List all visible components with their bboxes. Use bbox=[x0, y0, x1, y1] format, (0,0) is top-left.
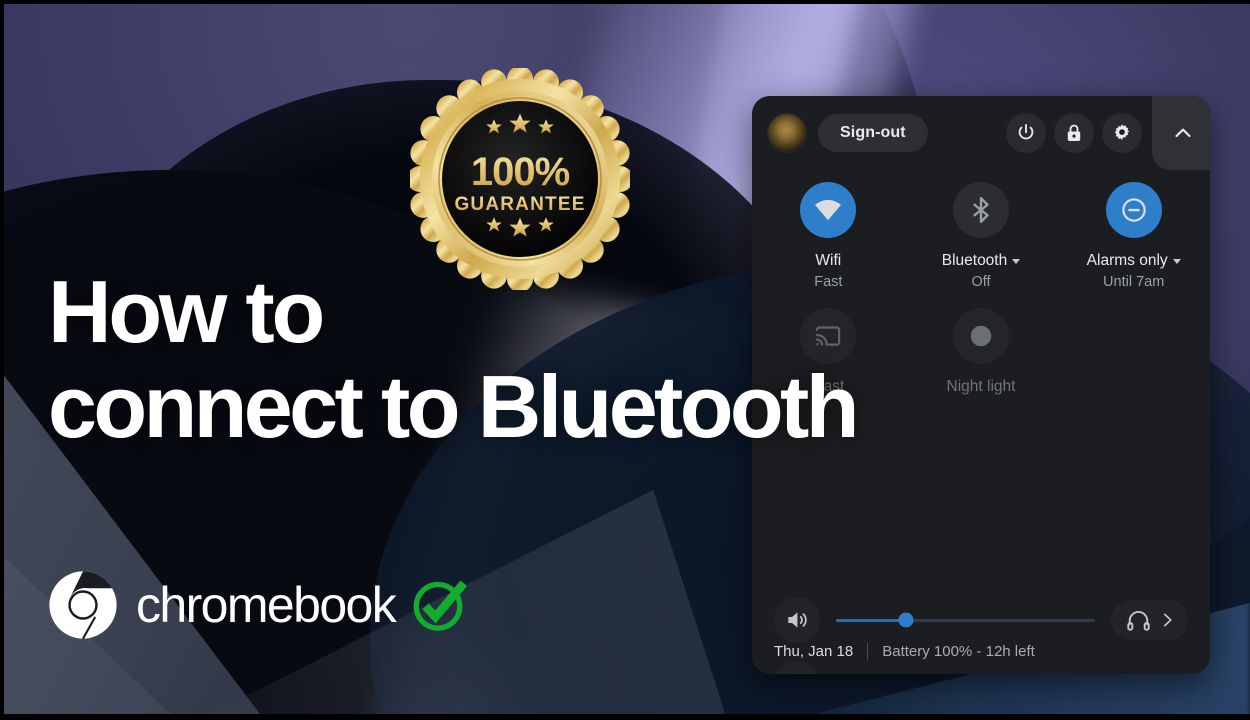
page-title: How to connect to Bluetooth bbox=[48, 262, 860, 457]
bluetooth-toggle-circle[interactable] bbox=[952, 182, 1009, 238]
bluetooth-icon bbox=[973, 197, 989, 223]
bluetooth-status: Off bbox=[971, 273, 991, 290]
tray-header: Sign-out bbox=[752, 96, 1210, 170]
guarantee-badge-graphic: 100% GUARANTEE bbox=[410, 68, 630, 290]
night-light-label: Night light bbox=[946, 377, 1016, 395]
audio-output-button[interactable] bbox=[1111, 600, 1188, 640]
guarantee-badge: 100% GUARANTEE bbox=[410, 68, 630, 290]
tray-footer: Thu, Jan 18 Battery 100% - 12h left bbox=[774, 643, 1188, 660]
letterbox-bottom bbox=[0, 714, 1250, 720]
lock-icon bbox=[1067, 124, 1081, 141]
chrome-logo-icon bbox=[49, 571, 117, 640]
date-label: Thu, Jan 18 bbox=[774, 643, 854, 660]
quick-setting-empty-slot bbox=[1057, 308, 1210, 400]
quick-setting-night-light[interactable]: Night light bbox=[905, 307, 1058, 400]
wifi-icon bbox=[815, 199, 842, 221]
settings-button[interactable] bbox=[1102, 113, 1142, 153]
tray-header-icons bbox=[1006, 113, 1142, 153]
do-not-disturb-icon bbox=[1121, 198, 1146, 222]
user-avatar[interactable] bbox=[768, 114, 806, 152]
gear-icon bbox=[1114, 124, 1130, 140]
chevron-down-icon[interactable] bbox=[1012, 258, 1021, 264]
night-light-moon-icon bbox=[970, 325, 992, 346]
footer-divider bbox=[867, 643, 869, 660]
brightness-button[interactable] bbox=[774, 661, 820, 674]
volume-up-icon bbox=[788, 612, 807, 628]
page-title-line-1: How to bbox=[48, 262, 325, 361]
quick-setting-bluetooth[interactable]: Bluetooth Off bbox=[905, 182, 1058, 290]
night-light-toggle-circle[interactable] bbox=[952, 307, 1009, 364]
night-light-label-row: Night light bbox=[947, 378, 1016, 397]
wifi-toggle-circle[interactable] bbox=[800, 182, 857, 238]
volume-slider-track[interactable] bbox=[836, 612, 1095, 628]
volume-slider-fill bbox=[836, 618, 906, 622]
green-check-circle-icon bbox=[413, 580, 468, 631]
letterbox-left bbox=[0, 0, 4, 720]
quick-setting-notifications[interactable]: Alarms only Until 7am bbox=[1057, 182, 1210, 290]
power-icon bbox=[1018, 124, 1034, 140]
collapse-panel-button[interactable] bbox=[1156, 96, 1210, 170]
volume-button[interactable] bbox=[774, 597, 820, 643]
chevron-right-icon bbox=[1163, 613, 1172, 627]
sign-out-button[interactable]: Sign-out bbox=[818, 114, 928, 152]
notifications-label: Alarms only bbox=[1086, 252, 1168, 269]
brightness-sun-icon bbox=[796, 673, 798, 674]
notifications-toggle-circle[interactable] bbox=[1105, 182, 1162, 238]
notifications-status: Until 7am bbox=[1103, 273, 1165, 290]
bluetooth-label-row[interactable]: Bluetooth bbox=[942, 252, 1021, 271]
power-button[interactable] bbox=[1006, 113, 1046, 153]
brand-wordmark: chromebook bbox=[136, 577, 397, 633]
brand-lockup: chromebook bbox=[48, 570, 473, 640]
headphones-icon bbox=[1127, 610, 1150, 631]
chevron-down-icon[interactable] bbox=[1172, 258, 1181, 264]
lock-button[interactable] bbox=[1054, 113, 1094, 153]
battery-label: Battery 100% - 12h left bbox=[882, 643, 1035, 660]
bluetooth-label: Bluetooth bbox=[941, 252, 1008, 269]
notifications-label-row[interactable]: Alarms only bbox=[1087, 252, 1181, 271]
chevron-up-icon bbox=[1175, 128, 1191, 138]
page-title-line-2: connect to Bluetooth bbox=[48, 357, 860, 457]
badge-word: GUARANTEE bbox=[454, 194, 585, 215]
letterbox-top bbox=[0, 0, 1250, 4]
volume-slider-thumb[interactable] bbox=[898, 612, 914, 628]
video-thumbnail-canvas: 100% GUARANTEE Sign-out Wifi Fast Blueto… bbox=[0, 0, 1250, 720]
volume-slider-row[interactable] bbox=[752, 592, 1210, 648]
badge-percent: 100% bbox=[471, 150, 570, 194]
